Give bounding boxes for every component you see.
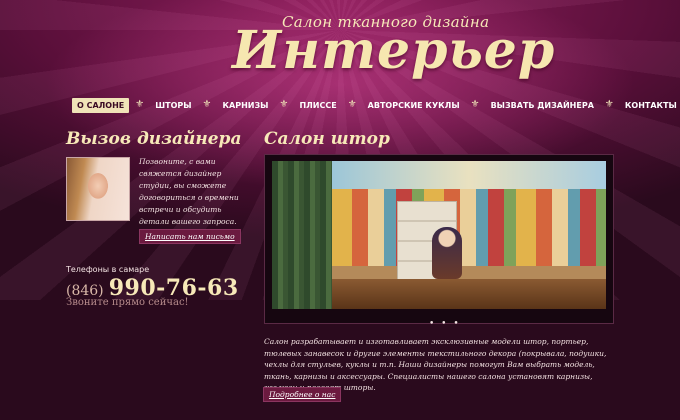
site-header: Салон тканного дизайна Интерьер [0, 0, 680, 96]
fleur-de-lis-icon: ⚜ [279, 99, 289, 110]
nav-item-contacts[interactable]: КОНТАКТЫ [620, 98, 680, 113]
slider-image[interactable] [272, 161, 606, 309]
logo[interactable]: Интерьер [232, 20, 555, 81]
phone-caption: Телефоны в самаре [66, 265, 150, 274]
salon-description: Салон разрабатывает и изготавливает экск… [264, 337, 607, 392]
nav-item-cornices[interactable]: КАРНИЗЫ [218, 98, 274, 113]
photo-doll [432, 227, 462, 279]
nav-item-about[interactable]: О САЛОНЕ [72, 97, 130, 113]
photo-table [332, 279, 606, 309]
more-about-button[interactable]: Подробнее о нас [263, 387, 342, 402]
designer-text: Позвоните, с вами свяжется дизайнер студ… [139, 157, 239, 226]
nav-item-call-designer[interactable]: ВЫЗВАТЬ ДИЗАЙНЕРА [486, 98, 599, 113]
slider-dots[interactable]: • • • [429, 319, 461, 329]
photo-curtain [272, 161, 332, 309]
main-nav: О САЛОНЕ ⚜ ШТОРЫ ⚜ КАРНИЗЫ ⚜ ПЛИССЕ ⚜ АВ… [72, 97, 680, 113]
write-letter-button[interactable]: Написать нам письмо [139, 229, 241, 244]
photo-mural-sky [332, 161, 606, 189]
nav-item-curtains[interactable]: ШТОРЫ [150, 98, 196, 113]
fleur-de-lis-icon: ⚜ [135, 99, 145, 110]
fleur-de-lis-icon: ⚜ [347, 99, 357, 110]
fleur-de-lis-icon: ⚜ [202, 99, 212, 110]
fleur-de-lis-icon: ⚜ [470, 99, 480, 110]
nav-item-dolls[interactable]: АВТОРСКИЕ КУКЛЫ [363, 98, 465, 113]
call-now-text: Звоните прямо сейчас! [66, 297, 189, 308]
fleur-de-lis-icon: ⚜ [604, 99, 614, 110]
designer-section-title: Вызов дизайнера [66, 129, 242, 149]
salon-section-title: Салон штор [264, 129, 390, 149]
nav-item-plisse[interactable]: ПЛИССЕ [294, 98, 341, 113]
designer-avatar [66, 157, 130, 221]
